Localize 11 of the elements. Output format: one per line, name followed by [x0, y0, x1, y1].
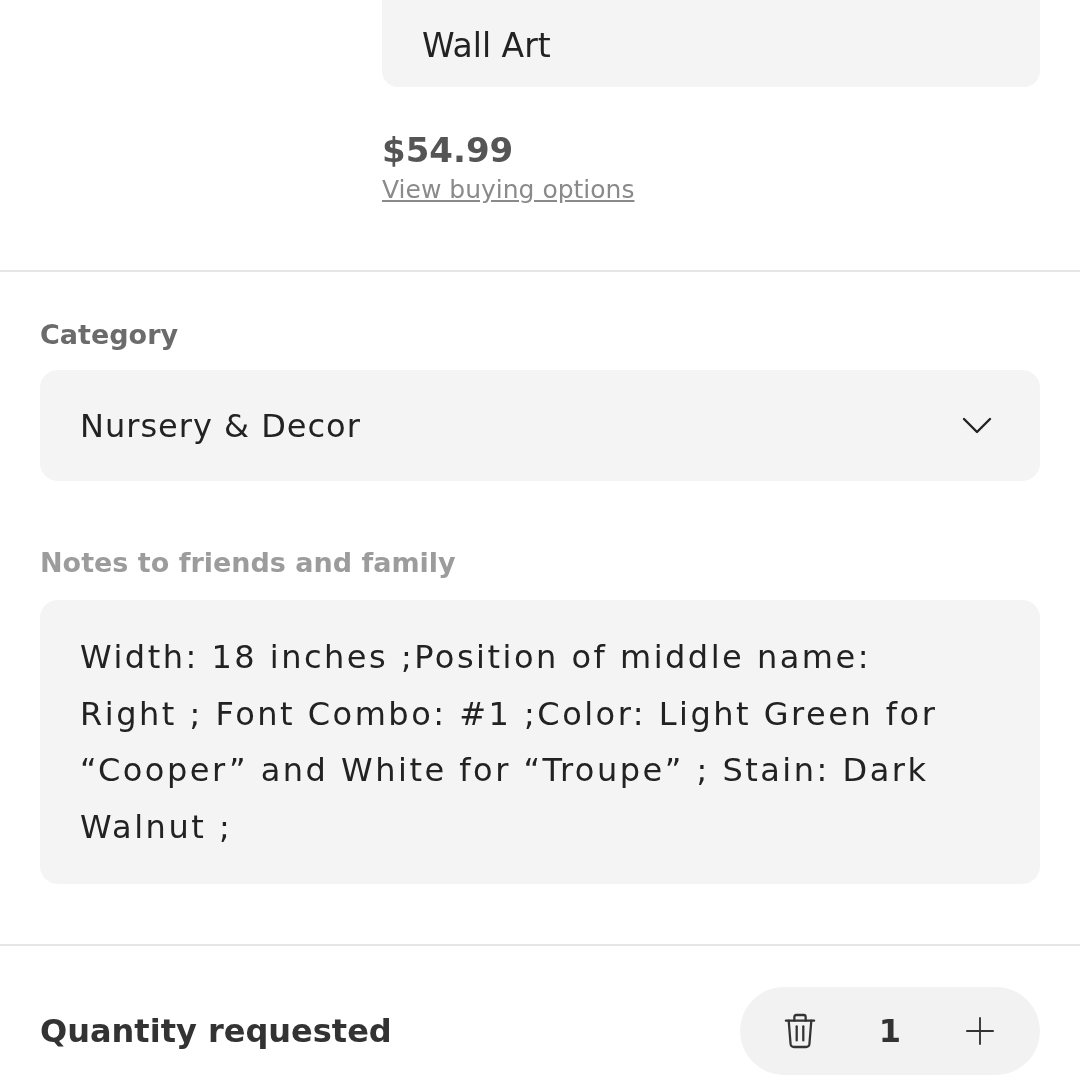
field-label: Category [40, 318, 179, 352]
quantity-label: Quantity requested [40, 1011, 392, 1052]
category-select[interactable]: Nursery & Decor [40, 370, 1040, 481]
plus-icon [966, 1017, 994, 1045]
price-text: $54.99 [382, 129, 514, 172]
text-field[interactable]: Wall Art [382, 0, 1040, 87]
quantity-value: 1 [877, 1011, 903, 1052]
notes-field[interactable]: Width: 18 inches ;Position of middle name: Right ; Font Combo: #1 ;Color: Light Green for “Cooper” and White for “Troupe” ; Stain: Dark Walnut ; [40, 600, 1040, 884]
field-label: Notes to friends and family [40, 546, 456, 580]
chevron-down-icon [962, 416, 992, 435]
trash-icon [784, 1013, 816, 1049]
